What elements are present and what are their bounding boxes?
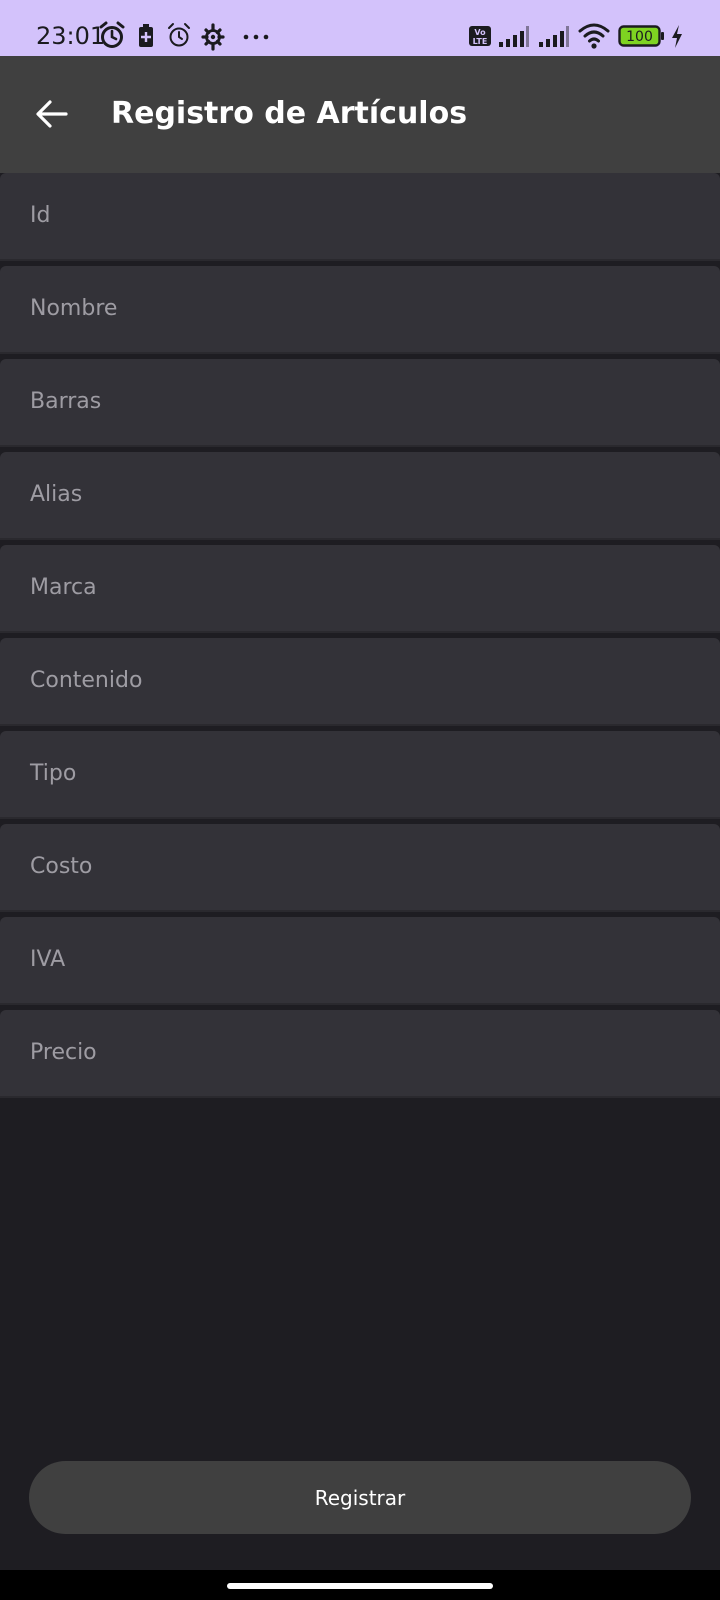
volte-label: Vo — [474, 28, 486, 37]
tipo-field-placeholder: Tipo — [30, 761, 77, 786]
id-field-placeholder: Id — [30, 203, 51, 228]
volte-label: LTE — [473, 37, 488, 46]
status-bar: 23:01 Vo LTE 100 — [0, 0, 720, 56]
settings-gear-icon — [201, 23, 225, 51]
app-bar: Registro de Artículos — [0, 56, 720, 173]
costo-field-placeholder: Costo — [30, 854, 93, 879]
home-indicator[interactable] — [227, 1583, 493, 1589]
precio-field[interactable]: Precio — [0, 1010, 720, 1098]
marca-field[interactable]: Marca — [0, 545, 720, 633]
article-form: Id Nombre Barras Alias Marca Contenido T… — [0, 173, 720, 1098]
wifi-icon — [578, 23, 610, 49]
battery-saver-icon — [139, 24, 153, 47]
register-button[interactable]: Registrar — [29, 1461, 691, 1534]
iva-field-placeholder: IVA — [30, 947, 66, 972]
marca-field-placeholder: Marca — [30, 575, 97, 600]
back-button[interactable] — [24, 82, 80, 146]
page-title: Registro de Artículos — [111, 96, 468, 131]
nombre-field-placeholder: Nombre — [30, 296, 118, 321]
alias-field[interactable]: Alias — [0, 452, 720, 540]
status-time: 23:01 — [36, 22, 106, 50]
volte-icon: VoLTE — [469, 26, 491, 46]
charging-bolt-icon — [672, 25, 682, 48]
nombre-field[interactable]: Nombre — [0, 266, 720, 354]
signal-icon — [499, 26, 529, 47]
barras-field[interactable]: Barras — [0, 359, 720, 447]
contenido-field-placeholder: Contenido — [30, 668, 143, 693]
contenido-field[interactable]: Contenido — [0, 638, 720, 726]
alias-field-placeholder: Alias — [30, 482, 83, 507]
costo-field[interactable]: Costo — [0, 824, 720, 912]
iva-field[interactable]: IVA — [0, 917, 720, 1005]
battery-icon: 100 — [618, 25, 664, 47]
tipo-field[interactable]: Tipo — [0, 731, 720, 819]
more-dots-icon — [243, 34, 269, 40]
barras-field-placeholder: Barras — [30, 389, 102, 414]
id-field[interactable]: Id — [0, 173, 720, 261]
register-button-label: Registrar — [314, 1485, 406, 1510]
signal-icon — [539, 26, 569, 47]
alarm-icon — [99, 21, 125, 48]
arrow-back-icon — [36, 100, 68, 128]
battery-level-text: 100 — [626, 29, 653, 45]
alarm-outline-icon — [168, 23, 190, 47]
precio-field-placeholder: Precio — [30, 1040, 97, 1065]
navigation-bar — [0, 1570, 720, 1600]
